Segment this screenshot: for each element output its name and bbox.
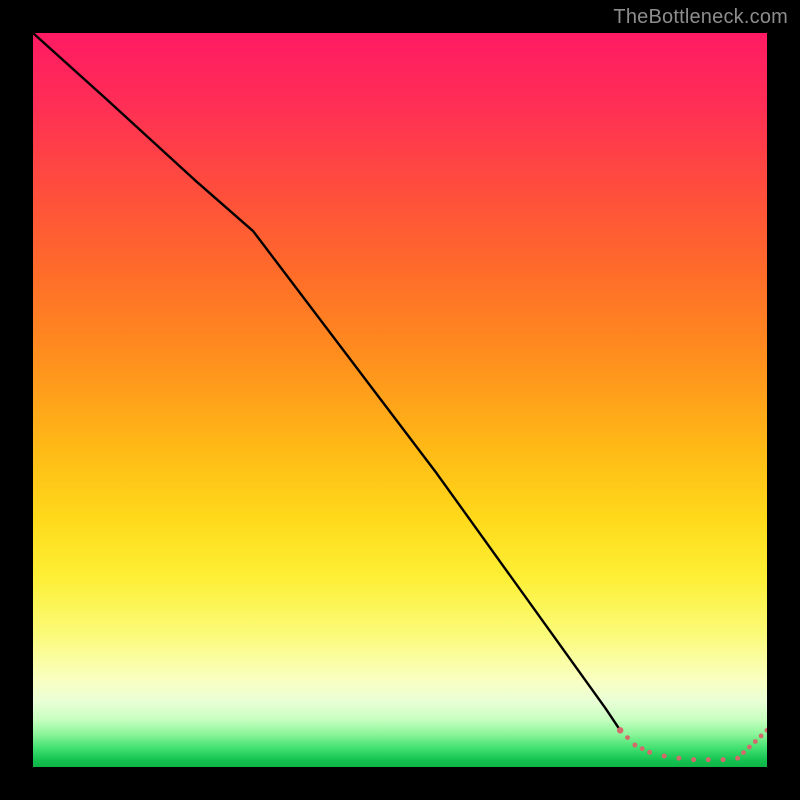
plot-area — [33, 33, 767, 767]
watermark-text: TheBottleneck.com — [613, 6, 788, 29]
bottleneck-curve-solid — [33, 33, 620, 730]
curve-layer — [33, 33, 767, 767]
bottleneck-curve-dotted — [617, 727, 767, 762]
chart-stage: TheBottleneck.com — [0, 0, 800, 800]
